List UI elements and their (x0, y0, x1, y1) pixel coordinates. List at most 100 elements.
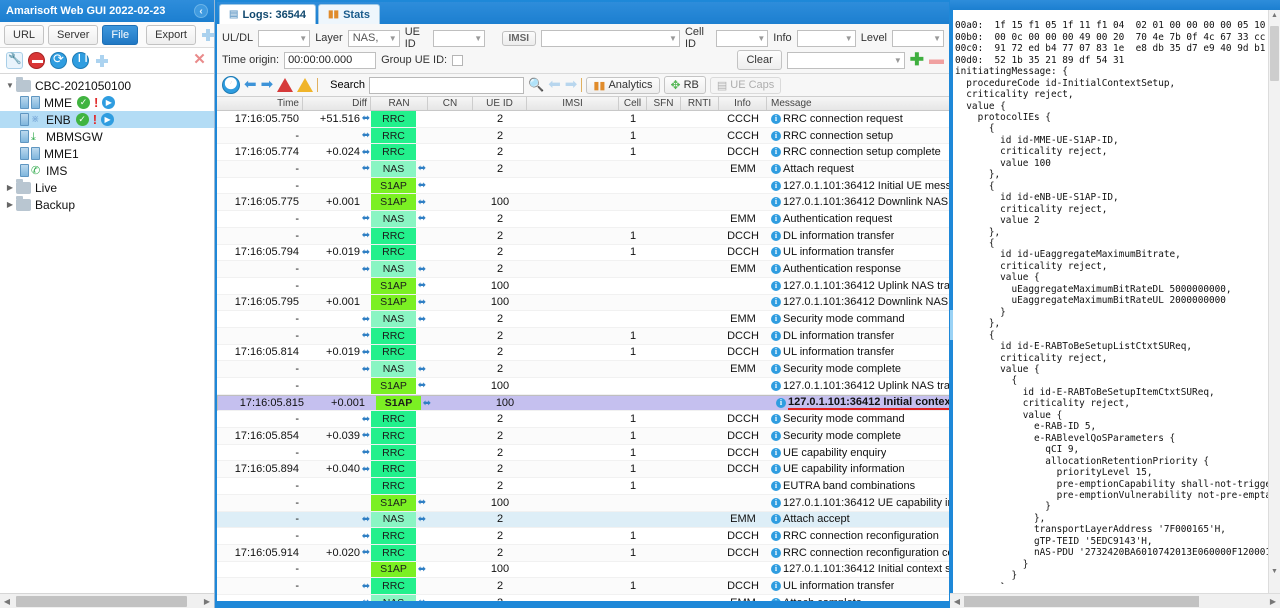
table-row[interactable]: 17:16:05.794 +0.019 ⬌ RRC 2 1 DCCH i UL informat… (217, 244, 949, 262)
scroll-track[interactable] (14, 594, 200, 608)
config-tree[interactable]: ▼ CBC-2021050100 MME ✓! ▶ ⋇ ENB ✓! ▶ ⤓ MBMSGW MME1 ✆… (0, 74, 214, 593)
warning-triangle-icon[interactable] (297, 78, 314, 92)
table-row[interactable]: - S1AP ⬌ i 127.0.1.101:36412 Initial UE mess… (217, 177, 949, 195)
info-icon[interactable]: i (771, 180, 781, 191)
column-header-imsi[interactable]: IMSI (527, 97, 619, 110)
tree-item-live[interactable]: ▶ Live (0, 178, 214, 196)
table-row[interactable]: 17:16:05.854 +0.039 ⬌ RRC 2 1 DCCH i Security mo… (217, 428, 949, 445)
preset-select[interactable]: ▼ (786, 51, 905, 69)
info-icon[interactable]: i (771, 213, 781, 224)
table-row[interactable]: - ⬌ RRC 2 1 DCCH i RRC connection reconfigurati… (217, 528, 949, 545)
wrench-icon[interactable] (6, 52, 23, 69)
search-next-icon[interactable]: ➡ (565, 77, 578, 93)
plus-icon[interactable]: ✚ (910, 51, 924, 68)
info-icon[interactable]: i (771, 380, 781, 391)
column-header-sfn[interactable]: SFN (647, 97, 681, 110)
info-icon[interactable]: i (771, 314, 781, 325)
table-row[interactable]: 17:16:05.795 +0.001 S1AP ⬌ 100 i 127.0.1.101:3… (217, 294, 949, 312)
info-icon[interactable]: i (771, 430, 781, 441)
clear-button[interactable]: Clear (737, 50, 782, 70)
table-row[interactable]: - ⬌ NAS ⬌ 2 EMM i Security mode command (217, 311, 949, 328)
column-header-time[interactable]: Time (217, 97, 303, 110)
table-row[interactable]: - ⬌ RRC 2 1 CCCH i RRC connection setup (217, 127, 949, 145)
table-row[interactable]: - ⬌ NAS ⬌ 2 EMM i Attach accept (217, 511, 949, 529)
imsi-select[interactable]: ▼ (541, 29, 680, 47)
log-table-body[interactable]: 17:16:05.750 +51.516 ⬌ RRC 2 1 CCCH i RRC connec… (217, 111, 949, 601)
start-icon[interactable]: ▶ (102, 96, 116, 109)
scroll-left-icon[interactable]: ◀ (0, 595, 14, 608)
table-row[interactable]: - S1AP ⬌ 100 i 127.0.1.101:36412 Uplink NAS t… (217, 378, 949, 395)
tree-item-ims[interactable]: ✆ IMS (0, 162, 214, 179)
file-button[interactable]: File (102, 24, 139, 45)
column-header-diff[interactable]: Diff (303, 97, 371, 110)
export-button[interactable]: Export (146, 24, 196, 45)
url-button[interactable]: URL (4, 24, 45, 45)
uldl-select[interactable]: ▼ (258, 29, 311, 47)
add-icon[interactable] (200, 27, 215, 43)
scroll-down-icon[interactable]: ▼ (1271, 568, 1278, 575)
info-icon[interactable]: i (771, 447, 781, 458)
table-row[interactable]: -⬌NAS⬌2EMMiAttach complete (217, 594, 949, 601)
info-icon[interactable]: i (771, 163, 781, 174)
time-origin-input[interactable]: 00:00:00.000 (284, 51, 377, 69)
scroll-right-icon[interactable]: ▶ (1266, 595, 1280, 608)
info-icon[interactable]: i (771, 581, 781, 592)
column-header-info[interactable]: Info (719, 97, 767, 110)
tree-item-mme[interactable]: MME ✓! ▶ (0, 94, 214, 111)
tab-stats[interactable]: ▮▮ Stats (318, 4, 380, 24)
info-icon[interactable]: i (771, 347, 781, 358)
column-header-ue-id[interactable]: UE ID (473, 97, 527, 110)
scroll-thumb[interactable] (1270, 26, 1279, 81)
info-select[interactable]: ▼ (796, 29, 856, 47)
info-icon[interactable]: i (771, 297, 781, 308)
scroll-up-icon[interactable]: ▲ (1271, 12, 1278, 19)
search-prev-icon[interactable]: ⬅ (548, 77, 561, 93)
arrow-right-icon[interactable]: ➡ (261, 77, 274, 93)
chevron-left-icon[interactable]: ‹ (194, 4, 208, 18)
tree-item-backup[interactable]: ▶ Backup (0, 195, 214, 213)
info-icon[interactable]: i (771, 330, 781, 341)
table-row[interactable]: 17:16:05.815 +0.001 S1AP ⬌ 100 i 127.0.1.101:3… (217, 394, 949, 412)
info-icon[interactable]: i (771, 264, 781, 275)
group-ueid-checkbox[interactable] (452, 54, 464, 66)
chevron-right-icon[interactable]: ▶ (4, 183, 16, 192)
info-icon[interactable]: i (771, 480, 781, 491)
info-icon[interactable]: i (771, 464, 781, 475)
tree-item-mme1[interactable]: MME1 (0, 145, 214, 162)
column-header-ran[interactable]: RAN (371, 97, 428, 110)
info-icon[interactable]: i (771, 364, 781, 375)
rb-button[interactable]: ✥ RB (663, 76, 706, 94)
chevron-down-icon[interactable]: ▼ (4, 81, 16, 90)
delete-icon[interactable]: ✕ (191, 52, 208, 69)
scroll-thumb[interactable] (964, 595, 1199, 607)
info-icon[interactable]: i (771, 130, 781, 141)
column-header-message[interactable]: Message (767, 97, 949, 110)
ueid-select[interactable]: ▼ (433, 29, 486, 47)
info-icon[interactable]: i (771, 280, 781, 291)
reload-icon[interactable] (50, 51, 67, 69)
column-header-rnti[interactable]: RNTI (681, 97, 719, 110)
table-row[interactable]: - S1AP ⬌ 100 i 127.0.1.101:36412 Initial cont… (217, 561, 949, 579)
info-icon[interactable]: i (771, 547, 781, 558)
scroll-thumb[interactable] (16, 595, 188, 607)
sidebar-horizontal-scrollbar[interactable]: ◀ ▶ (0, 593, 214, 608)
table-row[interactable]: - ⬌ NAS ⬌ 2 EMM i Attach request (217, 161, 949, 178)
info-icon[interactable]: i (771, 230, 781, 241)
arrow-left-icon[interactable]: ⬅ (244, 77, 257, 93)
detail-vertical-scrollbar[interactable]: ▲ ▼ (1268, 10, 1280, 593)
info-icon[interactable]: i (771, 414, 781, 425)
tree-item-mbmsgw[interactable]: ⤓ MBMSGW (0, 128, 214, 145)
info-icon[interactable]: i (771, 247, 781, 258)
ue-caps-button[interactable]: ▤ UE Caps (709, 76, 782, 94)
search-input[interactable] (369, 76, 525, 94)
error-triangle-icon[interactable] (277, 78, 294, 92)
table-row[interactable]: 17:16:05.774 +0.024 ⬌ RRC 2 1 DCCH i RRC connect… (217, 144, 949, 162)
add-icon[interactable] (94, 53, 110, 69)
tree-item-enb[interactable]: ⋇ ENB ✓! ▶ (0, 111, 214, 128)
clock-icon[interactable] (222, 76, 240, 94)
detail-horizontal-scrollbar[interactable]: ◀ ▶ (950, 593, 1280, 608)
start-icon[interactable]: ▶ (101, 113, 115, 126)
column-header-cn[interactable]: CN (428, 97, 473, 110)
info-icon[interactable]: i (771, 514, 781, 525)
binoculars-icon[interactable]: 🔍 (528, 77, 544, 93)
